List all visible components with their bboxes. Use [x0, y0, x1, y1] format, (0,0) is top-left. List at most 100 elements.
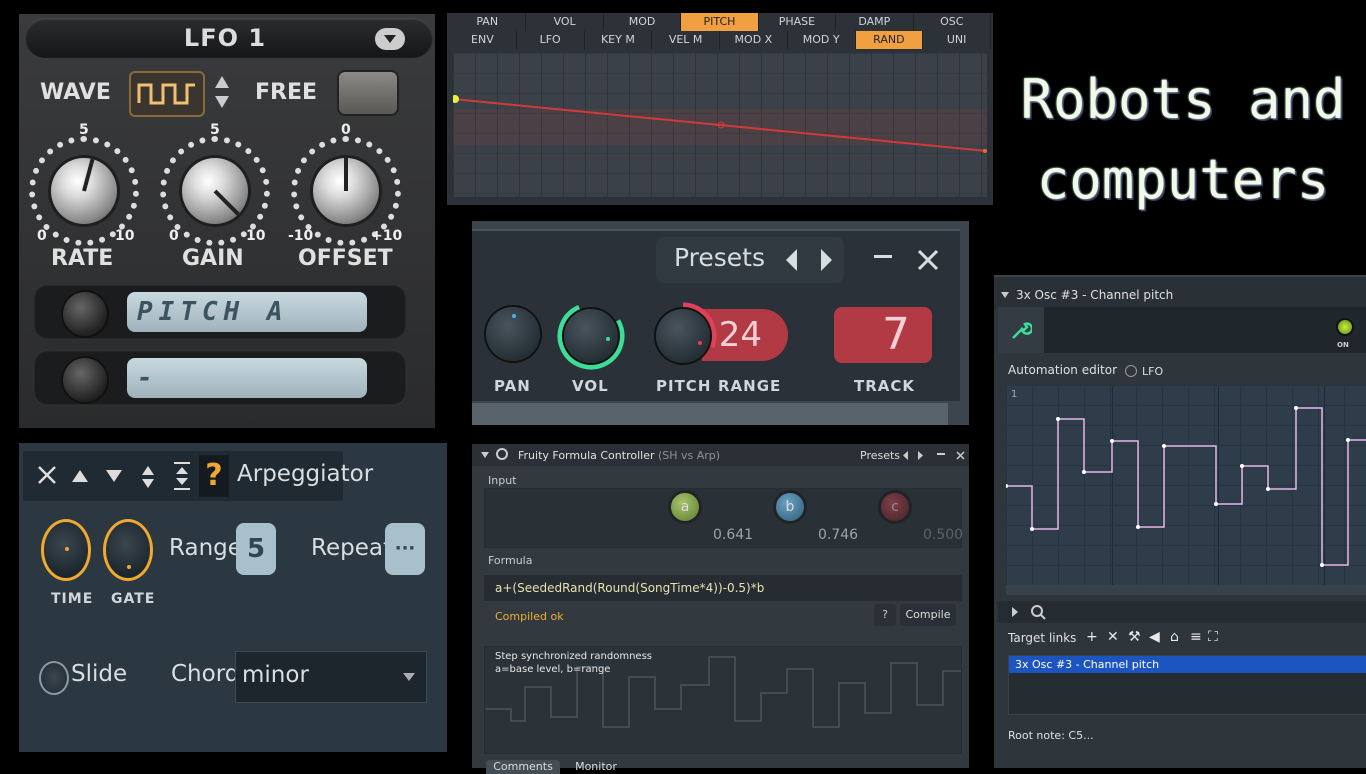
- pitch-knob[interactable]: [656, 309, 710, 363]
- automation-titlebar: 3x Osc #3 - Channel pitch: [994, 275, 1366, 309]
- formula-presets[interactable]: Presets: [860, 449, 900, 462]
- subtab-lfo[interactable]: LFO: [517, 31, 585, 49]
- wrench-button[interactable]: [998, 307, 1044, 353]
- vol-label: VOL: [572, 377, 609, 395]
- root-note-label[interactable]: Root note: C5...: [1008, 729, 1094, 742]
- prev-preset-icon[interactable]: [903, 451, 909, 460]
- lfo-radio[interactable]: [1125, 365, 1137, 377]
- target-1-amount-knob[interactable]: [63, 292, 107, 336]
- envelope-graph[interactable]: [451, 53, 988, 197]
- automation-title: 3x Osc #3 - Channel pitch: [1016, 288, 1174, 302]
- subtab-env[interactable]: ENV: [449, 31, 517, 49]
- up-down-icon[interactable]: [141, 465, 155, 489]
- input-a-knob[interactable]: a: [668, 490, 702, 524]
- tab-comments[interactable]: Comments: [486, 760, 560, 774]
- panel-footer: [472, 403, 948, 425]
- range-spinner[interactable]: 5: [236, 523, 276, 575]
- tab-monitor[interactable]: Monitor: [564, 760, 628, 774]
- collapse-icon[interactable]: [481, 452, 489, 458]
- speaker-icon[interactable]: ◀: [1149, 629, 1160, 645]
- target-2-amount-knob[interactable]: [63, 358, 107, 402]
- target-link-item[interactable]: 3x Osc #3 - Channel pitch: [1009, 656, 1366, 673]
- subtab-mod-x[interactable]: MOD X: [720, 31, 788, 49]
- repeat-spinner[interactable]: ···: [385, 523, 425, 575]
- presets-label[interactable]: Presets: [674, 243, 765, 272]
- wave-stepper-icon[interactable]: [213, 74, 231, 110]
- pan-label: PAN: [494, 377, 531, 395]
- tab-damp[interactable]: DAMP: [836, 13, 914, 31]
- close-icon[interactable]: [956, 451, 965, 460]
- tab-mod[interactable]: MOD: [604, 13, 682, 31]
- help-button[interactable]: ?: [874, 604, 896, 626]
- fullscreen-icon[interactable]: ⛶: [1208, 629, 1218, 645]
- sticky-icon[interactable]: [173, 461, 191, 491]
- target-2-display[interactable]: -: [127, 358, 367, 398]
- add-link-icon[interactable]: +: [1086, 629, 1098, 645]
- channel-presets-panel: Presets 24 7 PAN VOL PITCH RANGE TRACK: [472, 221, 969, 425]
- formula-subtitle: (SH vs Arp): [657, 449, 721, 462]
- subtab-rand[interactable]: RAND: [855, 31, 924, 49]
- automation-graph[interactable]: 1: [1004, 385, 1366, 585]
- offset-knob-pointer: [344, 158, 348, 191]
- tab-pan[interactable]: PAN: [449, 13, 527, 31]
- minimize-icon[interactable]: [937, 453, 945, 455]
- remove-link-icon[interactable]: ✕: [1107, 629, 1119, 645]
- help-icon[interactable]: ?: [199, 455, 229, 497]
- lfo-menu-button[interactable]: [375, 28, 405, 50]
- subtab-key-m[interactable]: KEY M: [585, 31, 653, 49]
- close-icon[interactable]: [916, 248, 940, 272]
- free-label: FREE: [255, 80, 318, 105]
- chord-dropdown[interactable]: minor: [235, 651, 427, 703]
- free-toggle[interactable]: [337, 70, 399, 116]
- tab-phase[interactable]: PHASE: [759, 13, 837, 31]
- input-a-value: 0.641: [713, 527, 754, 543]
- gear-icon[interactable]: [496, 448, 508, 460]
- wrench-icon: [1012, 322, 1032, 339]
- target-1-display[interactable]: PITCH A: [127, 292, 367, 332]
- arp-title: Arpeggiator: [237, 461, 374, 487]
- tab-pitch[interactable]: PITCH: [681, 13, 759, 31]
- gate-knob-dot: [127, 565, 131, 569]
- vol-knob[interactable]: [564, 309, 618, 363]
- pitch-label: PITCH: [656, 377, 712, 395]
- subtab-vel-m[interactable]: VEL M: [652, 31, 720, 49]
- compile-button[interactable]: Compile: [900, 604, 956, 626]
- formula-title-wrap: Fruity Formula Controller (SH vs Arp): [518, 449, 720, 462]
- minimize-icon[interactable]: [874, 255, 892, 258]
- play-arrow-icon[interactable]: [1012, 607, 1018, 617]
- next-preset-icon[interactable]: [818, 247, 834, 273]
- plugin-icon[interactable]: ⌂: [1170, 629, 1179, 645]
- prev-preset-icon[interactable]: [784, 247, 800, 273]
- target-links-list: 3x Osc #3 - Channel pitch: [1008, 655, 1366, 715]
- track-display[interactable]: 7: [834, 307, 932, 363]
- tab-osc[interactable]: OSC: [914, 13, 991, 31]
- on-indicator[interactable]: [1336, 318, 1354, 336]
- envelope-panel: PAN VOL MOD PITCH PHASE DAMP OSC ENV LFO KEY M VE…: [447, 13, 993, 205]
- mixer-icon[interactable]: ≡: [1190, 629, 1202, 645]
- input-c-knob[interactable]: c: [878, 490, 912, 524]
- wave-label: WAVE: [40, 80, 111, 105]
- subtab-mod-y[interactable]: MOD Y: [788, 31, 856, 49]
- automation-curve: [1004, 406, 1366, 567]
- banner-line-1: Robots and: [1020, 68, 1346, 131]
- close-icon[interactable]: [37, 465, 57, 485]
- gate-knob[interactable]: [103, 519, 153, 581]
- range-label: Range: [169, 535, 242, 561]
- subtab-uni[interactable]: UNI: [923, 31, 991, 49]
- comments-area[interactable]: Step synchronized randomness a=base leve…: [484, 646, 962, 754]
- zoom-icon[interactable]: [1030, 604, 1046, 620]
- wave-selector[interactable]: [129, 71, 205, 117]
- arrow-down-icon[interactable]: [105, 469, 123, 483]
- horizontal-scrollbar[interactable]: [1006, 585, 1366, 595]
- input-b-knob[interactable]: b: [773, 490, 807, 524]
- tab-vol[interactable]: VOL: [526, 13, 604, 31]
- wrench-small-icon[interactable]: ⚒: [1128, 629, 1141, 645]
- arrow-up-icon[interactable]: [71, 469, 89, 483]
- next-preset-icon[interactable]: [917, 451, 923, 460]
- formula-input[interactable]: a+(SeededRand(Round(SongTime*4))-0.5)*b: [484, 575, 962, 601]
- gate-label: GATE: [111, 591, 156, 607]
- lfo-radio-label: LFO: [1142, 365, 1164, 378]
- range-label: RANGE: [718, 377, 782, 395]
- collapse-icon[interactable]: [1001, 292, 1009, 298]
- slide-toggle[interactable]: [39, 661, 69, 695]
